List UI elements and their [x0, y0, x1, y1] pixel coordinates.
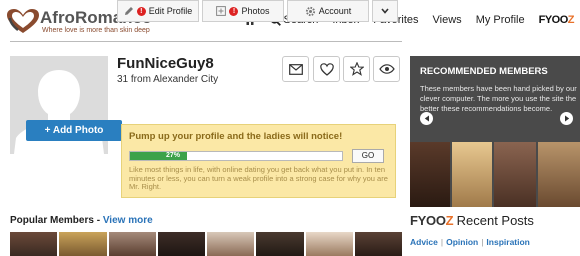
favorite-button[interactable] [313, 56, 340, 82]
recent-posts-heading: FYOOZ Recent Posts [410, 213, 534, 228]
member-photo[interactable] [10, 232, 58, 256]
message-button[interactable] [282, 56, 309, 82]
recommended-members-panel: RECOMMENDED MEMBERS These members have b… [410, 56, 580, 207]
inspiration-link[interactable]: Inspiration [486, 237, 529, 247]
carousel-prev-button[interactable] [420, 112, 433, 125]
profile-completion-panel: Pump up your profile and the ladies will… [121, 124, 396, 198]
go-button[interactable]: GO [352, 149, 384, 163]
account-tab[interactable]: Account [287, 0, 369, 22]
logo-tagline: Where love is more than skin deep [42, 27, 150, 34]
header-divider [10, 41, 402, 42]
nav-fyooz-logo[interactable]: FYOO Z [539, 14, 575, 26]
account-label: Account [318, 6, 352, 16]
photos-label: Photos [241, 6, 270, 16]
edit-profile-tab[interactable]: ! Edit Profile [117, 0, 199, 22]
recent-posts-links: Advice | Opinion | Inspiration [410, 237, 530, 247]
star-button[interactable] [343, 56, 370, 82]
member-photo[interactable] [452, 142, 492, 207]
member-photo[interactable] [59, 232, 107, 256]
pencil-icon [124, 7, 133, 15]
profile-username: FunNiceGuy8 [117, 55, 214, 72]
nav-my-profile[interactable]: My Profile [476, 14, 525, 26]
carousel-next-button[interactable] [560, 112, 573, 125]
recommended-description: These members have been hand picked by o… [420, 84, 577, 113]
popular-members-strip [10, 232, 402, 256]
heart-logo-icon [7, 9, 39, 33]
member-photo[interactable] [207, 232, 255, 256]
profile-age-location: 31 from Alexander City [117, 74, 219, 85]
add-photo-icon [216, 6, 227, 16]
member-photo[interactable] [305, 232, 353, 256]
star-icon [349, 62, 364, 76]
alert-badge: ! [136, 6, 146, 16]
alert-badge: ! [229, 6, 239, 16]
profile-progress-bar: 27% [129, 151, 343, 161]
member-photo[interactable] [108, 232, 156, 256]
heart-icon [319, 62, 334, 76]
gear-icon [305, 6, 315, 16]
opinion-link[interactable]: Opinion [446, 237, 478, 247]
arrow-left-icon [424, 115, 429, 122]
popular-members-heading: Popular Members - View more [10, 215, 153, 226]
advice-link[interactable]: Advice [410, 237, 438, 247]
member-photo[interactable] [538, 142, 580, 207]
eye-icon [378, 64, 395, 74]
photos-tab[interactable]: ! Photos [202, 0, 284, 22]
fyooz-logo[interactable]: FYOOZ [410, 213, 454, 228]
envelope-icon [288, 63, 303, 75]
edit-profile-label: Edit Profile [148, 6, 193, 16]
view-more-link[interactable]: View more [103, 215, 153, 226]
member-photo[interactable] [410, 142, 450, 207]
arrow-right-icon [564, 115, 569, 122]
nav-views[interactable]: Views [433, 14, 462, 26]
member-photo[interactable] [354, 232, 402, 256]
progress-label: 27% [166, 152, 181, 159]
member-photo[interactable] [157, 232, 205, 256]
member-photo[interactable] [256, 232, 304, 256]
add-photo-button[interactable]: + Add Photo [26, 120, 122, 141]
member-photo[interactable] [494, 142, 536, 207]
chevron-down-icon [381, 8, 389, 14]
more-dropdown-button[interactable] [372, 0, 398, 22]
recommended-title: RECOMMENDED MEMBERS [420, 66, 548, 77]
pump-title: Pump up your profile and the ladies will… [129, 131, 343, 142]
view-button[interactable] [373, 56, 400, 82]
pump-description: Like most things in life, with online da… [129, 165, 388, 191]
recommended-carousel [410, 142, 580, 207]
